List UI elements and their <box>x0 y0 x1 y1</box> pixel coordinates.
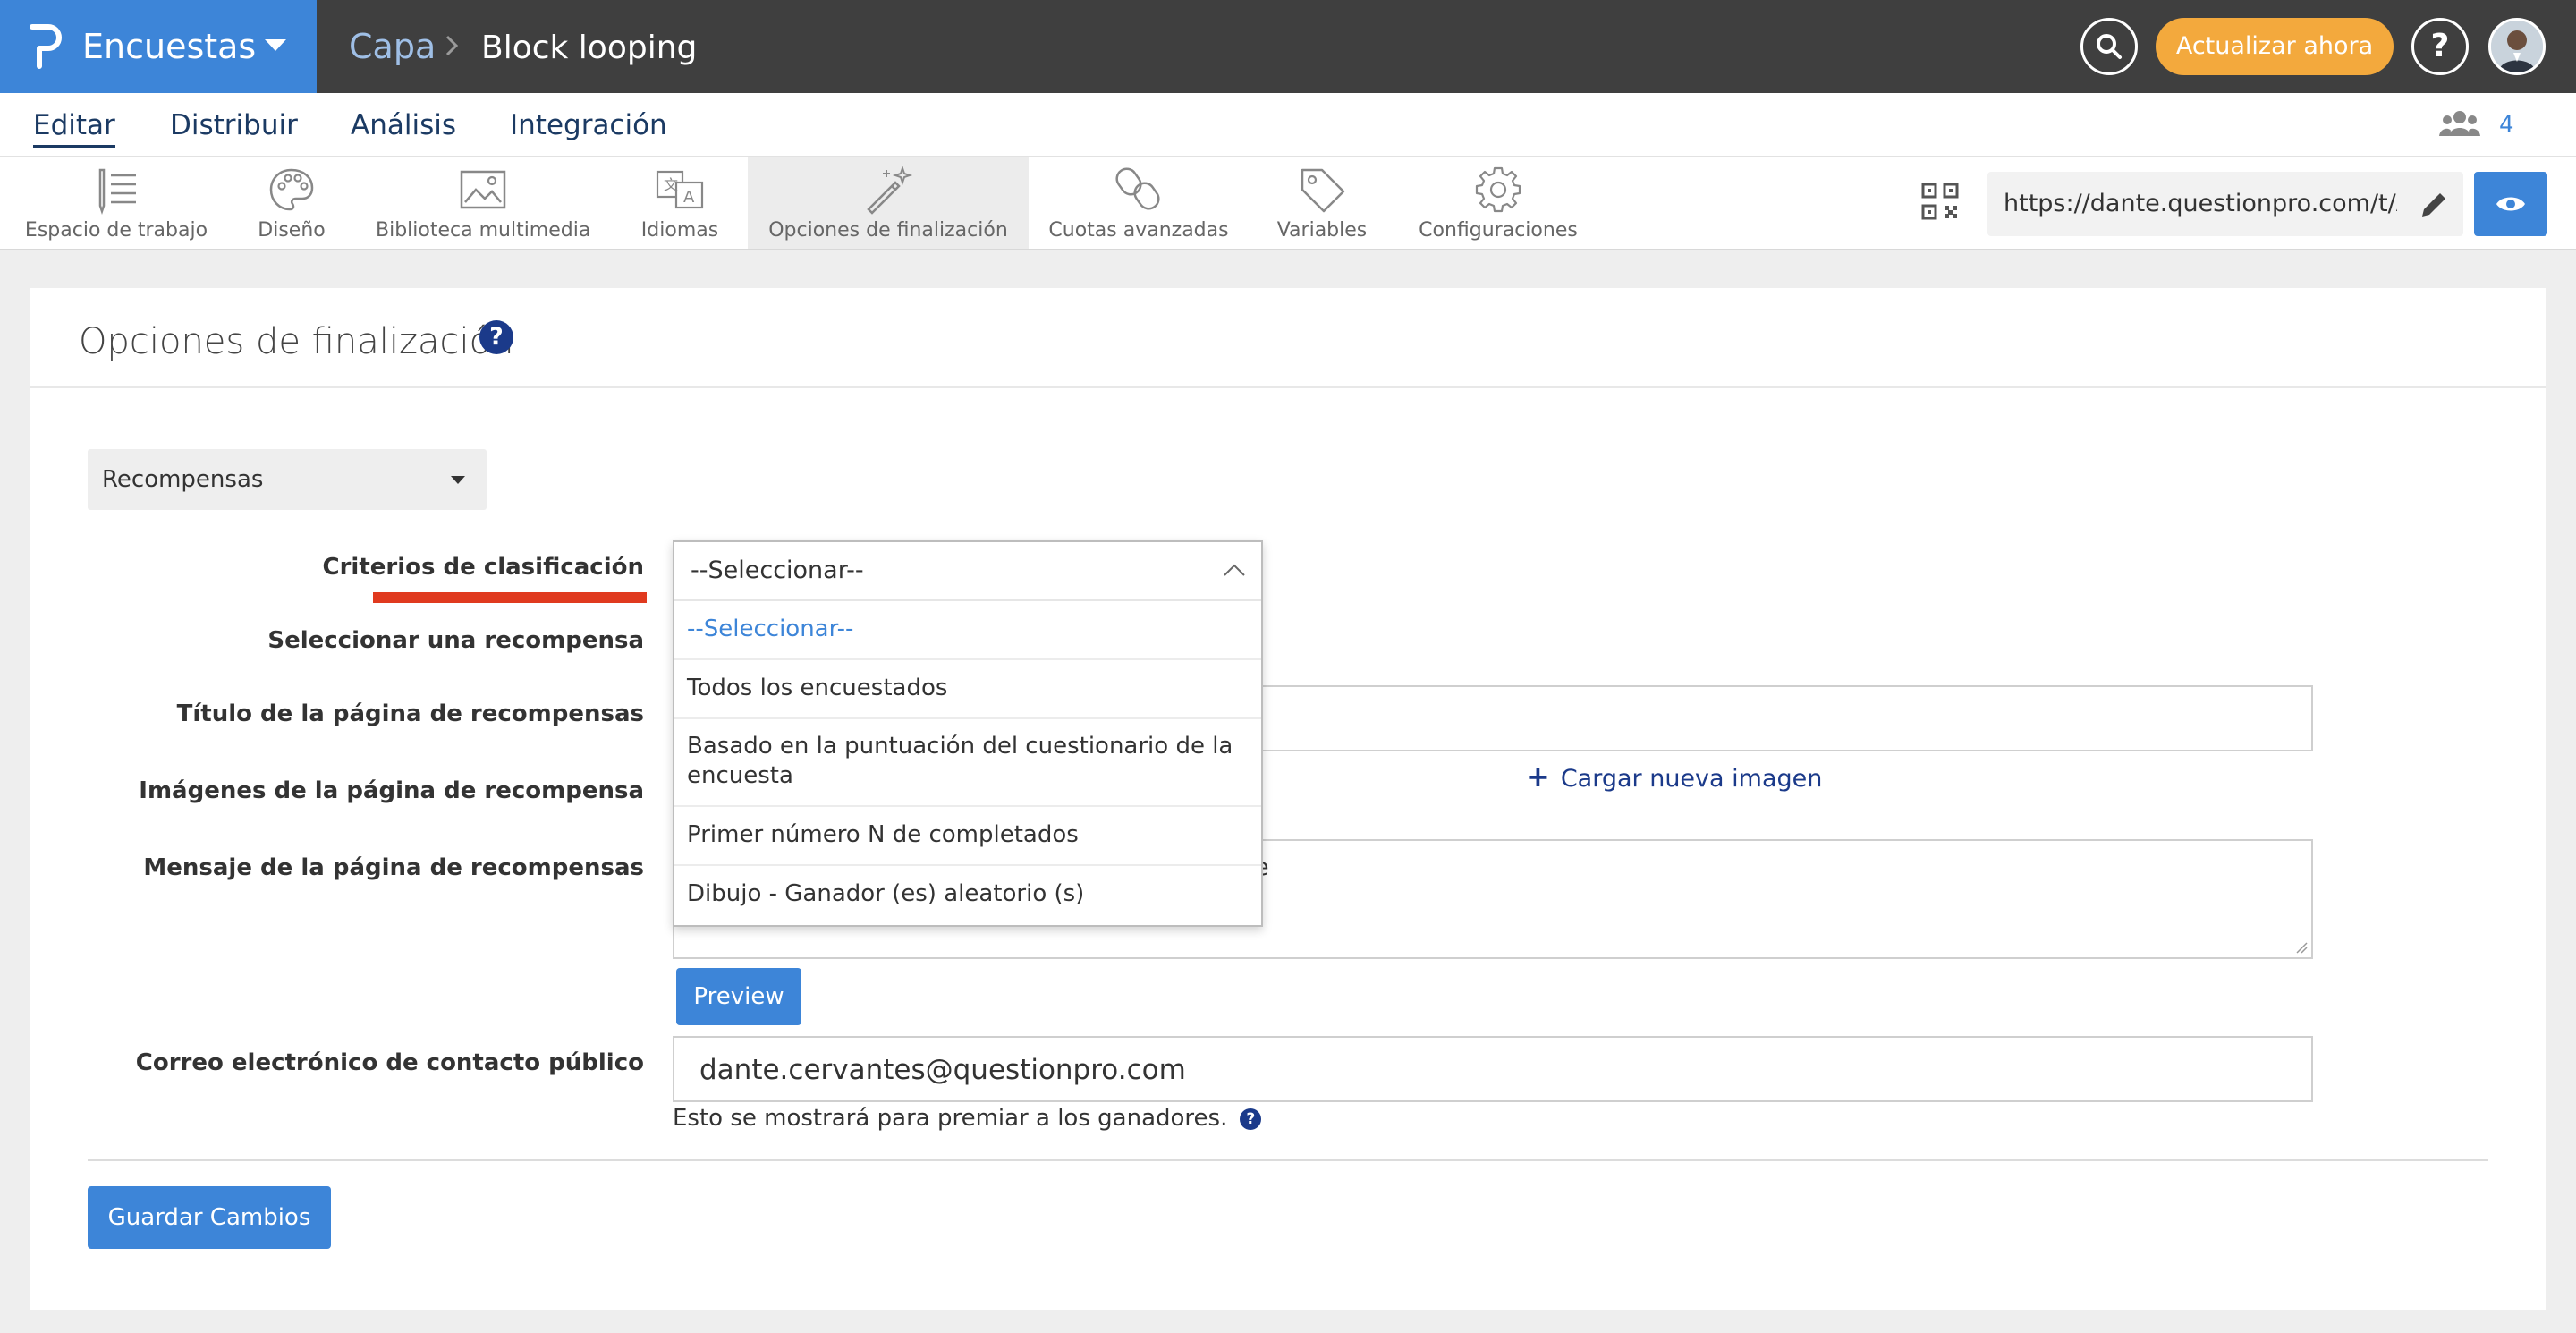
search-icon <box>2097 34 2122 59</box>
tool-label: Biblioteca multimedia <box>376 219 591 242</box>
upload-image-link[interactable]: + Cargar nueva imagen <box>1526 760 1822 795</box>
criteria-dropdown[interactable]: --Seleccionar-- --Seleccionar-- Todos lo… <box>673 540 1263 927</box>
divider <box>88 1159 2488 1161</box>
user-avatar-icon <box>2491 21 2543 72</box>
avatar[interactable] <box>2488 18 2546 75</box>
eye-icon <box>2496 197 2525 211</box>
tool-settings[interactable]: Configuraciones <box>1413 157 1583 249</box>
email-label: Correo electrónico de contacto público <box>135 1049 644 1076</box>
criteria-dropdown-toggle[interactable]: --Seleccionar-- <box>674 542 1261 601</box>
tab-editar[interactable]: Editar <box>33 106 115 148</box>
users-icon[interactable] <box>2438 107 2481 140</box>
language-icon: 文 A <box>656 170 704 209</box>
workspace-icon <box>98 168 136 215</box>
dropdown-option[interactable]: Primer número N de completados <box>674 807 1261 866</box>
reward-label: Seleccionar una recompensa <box>267 627 644 654</box>
dropdown-option[interactable]: --Seleccionar-- <box>674 601 1261 660</box>
email-helper-label: Esto se mostrará para premiar a los gana… <box>673 1105 1228 1132</box>
tool-workspace[interactable]: Espacio de trabajo <box>18 157 215 249</box>
finish-type-value: Recompensas <box>102 466 264 493</box>
criteria-selected-value: --Seleccionar-- <box>691 556 864 584</box>
tool-finish-options[interactable]: Opciones de finalización <box>748 157 1029 249</box>
panel-header: Opciones de finalización ? <box>30 288 2546 388</box>
dropdown-option[interactable]: Basado en la puntuación del cuestionario… <box>674 719 1261 807</box>
breadcrumb-current: Block looping <box>481 30 698 66</box>
svg-text:文: 文 <box>664 176 678 193</box>
survey-url: https://dante.questionpro.com/t/AS <box>2004 190 2397 217</box>
question-circle-icon[interactable]: ? <box>479 320 513 354</box>
magic-wand-icon <box>867 165 913 215</box>
finish-options-panel: Opciones de finalización ? Recompensas C… <box>30 288 2546 1310</box>
help-button[interactable]: ? <box>2411 18 2469 75</box>
tool-label: Opciones de finalización <box>768 219 1008 242</box>
tool-languages[interactable]: 文 A Idiomas <box>626 157 733 249</box>
plus-icon: + <box>1526 760 1550 794</box>
dropdown-option[interactable]: Todos los encuestados <box>674 660 1261 719</box>
caret-down-icon <box>451 476 465 484</box>
tool-advanced-quotas[interactable]: Cuotas avanzadas <box>1048 157 1229 249</box>
page-title: Opciones de finalización <box>79 321 514 362</box>
tool-label: Configuraciones <box>1419 219 1578 242</box>
tool-design[interactable]: Diseño <box>238 157 345 249</box>
message-label: Mensaje de la página de recompensas <box>143 854 644 881</box>
upgrade-button[interactable]: Actualizar ahora <box>2156 18 2394 75</box>
top-bar: Encuestas Capa Block looping Actualizar … <box>0 0 2576 93</box>
save-changes-button[interactable]: Guardar Cambios <box>88 1186 331 1249</box>
images-label: Imágenes de la página de recompensa <box>139 777 644 804</box>
palette-icon <box>269 168 314 211</box>
quota-icon <box>1115 167 1160 210</box>
tab-analisis[interactable]: Análisis <box>351 106 456 145</box>
svg-text:A: A <box>683 188 695 207</box>
email-helper-text: Esto se mostrará para premiar a los gana… <box>673 1102 1262 1134</box>
product-name: Encuestas <box>82 27 257 66</box>
tool-label: Cuotas avanzadas <box>1048 219 1229 242</box>
preview-survey-button[interactable] <box>2474 172 2547 236</box>
image-icon <box>460 170 506 209</box>
resize-handle-icon[interactable] <box>2293 939 2308 954</box>
questionpro-logo-icon <box>30 24 62 69</box>
tab-distribuir[interactable]: Distribuir <box>170 106 298 145</box>
tool-media-library[interactable]: Biblioteca multimedia <box>376 157 590 249</box>
chevron-right-icon <box>445 35 459 56</box>
tool-variables[interactable]: Variables <box>1268 157 1376 249</box>
collaborator-count[interactable]: 4 <box>2499 109 2514 141</box>
tool-label: Espacio de trabajo <box>24 219 208 242</box>
search-button[interactable] <box>2080 18 2138 75</box>
tool-label: Idiomas <box>640 219 719 242</box>
main-nav: Editar Distribuir Análisis Integración <box>0 93 2576 157</box>
tag-icon <box>1301 168 1345 213</box>
question-circle-icon[interactable]: ? <box>1240 1108 1262 1130</box>
finish-type-select[interactable]: Recompensas <box>88 449 487 510</box>
upload-image-label: Cargar nueva imagen <box>1560 765 1823 793</box>
tab-integracion[interactable]: Integración <box>510 106 667 145</box>
preview-button[interactable]: Preview <box>676 968 801 1025</box>
survey-url-field[interactable]: https://dante.questionpro.com/t/AS <box>1987 172 2463 236</box>
public-email-value: dante.cervantes@questionpro.com <box>699 1054 1186 1086</box>
tool-label: Diseño <box>258 219 326 242</box>
dropdown-option[interactable]: Dibujo - Ganador (es) aleatorio (s) <box>674 866 1261 925</box>
breadcrumb-root[interactable]: Capa <box>349 23 436 70</box>
required-highlight <box>373 592 647 603</box>
page-title-label: Título de la página de recompensas <box>176 700 644 727</box>
criteria-label: Criterios de clasificación <box>322 554 644 581</box>
public-email-input[interactable]: dante.cervantes@questionpro.com <box>673 1036 2313 1102</box>
pencil-icon[interactable] <box>2419 190 2449 220</box>
tool-label: Variables <box>1276 219 1368 242</box>
qr-code-icon[interactable] <box>1921 183 1959 220</box>
caret-down-icon <box>265 39 286 51</box>
chevron-up-icon <box>1224 564 1245 576</box>
product-switcher[interactable]: Encuestas <box>0 0 317 93</box>
gear-icon <box>1475 166 1521 213</box>
